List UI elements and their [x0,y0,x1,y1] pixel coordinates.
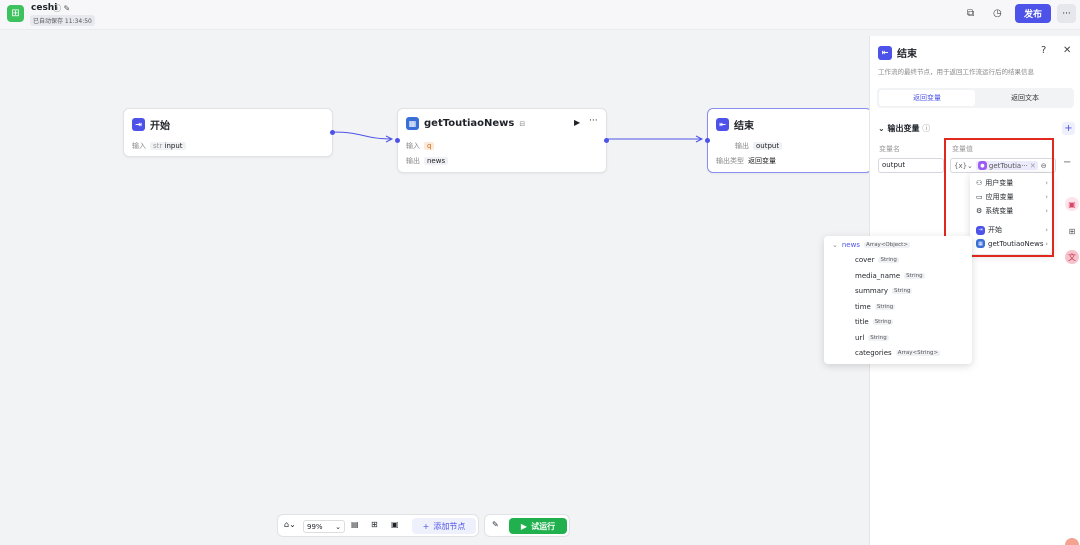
run-toolbar: ✎ ▶ 试运行 [484,514,570,537]
start-node-icon: ⇥ [132,118,145,131]
variable-name-input[interactable]: output [878,158,944,173]
workflow-logo-icon: ⊞ [7,5,24,22]
output-fields-menu: ⌄ news Array<Object> cover String media_na… [824,236,972,364]
plugin-node-title: getToutiaoNews [424,118,515,129]
debug-icon[interactable]: ✎ [492,520,499,529]
field-type: String [868,334,889,341]
panel-title: 结束 [897,49,917,60]
edit-icon[interactable]: ⓘ ✎ [53,3,70,14]
canvas-toolbar: ⌂⌄ 99% ⌄ ▤ ⊞ ▣ + 添加节点 [277,514,479,537]
return-tabs: 返回变量 返回文本 [877,88,1074,108]
start-output-port[interactable] [330,130,335,135]
chevron-down-icon: ⌄ [832,241,838,249]
plugin-input-label: 输入 [406,142,420,150]
field-type: String [872,319,894,325]
start-node-title: 开始 [150,121,170,132]
field-type: Array<String> [895,350,941,356]
field-name: cover [855,256,875,264]
run-node-icon[interactable]: ▶ [574,118,580,127]
start-node[interactable]: ⇥ 开始 输入 str input [123,108,335,157]
field-summary[interactable]: summary String [855,287,913,295]
plugin-output-tag: news [424,157,449,165]
panel-description: 工作流的最终节点，用于返回工作流运行后的结果信息 [878,68,1034,76]
end-node-title: 结束 [734,121,754,132]
start-input-tag: str input [150,142,186,150]
copy-icon[interactable]: ⧉ [967,8,974,19]
more-button[interactable]: ··· [1057,4,1076,23]
mouse-mode-icon[interactable]: ⌂⌄ [284,520,296,529]
field-type: String [874,303,896,310]
add-node-button[interactable]: + 添加节点 [412,518,476,534]
field-name: categories [855,349,892,357]
end-input-port[interactable] [705,138,710,143]
translate-icon[interactable]: 文 [1065,250,1079,264]
autosave-status: 已自动保存 11:34:50 [30,15,95,26]
comment-icon[interactable]: ▤ [351,520,359,529]
test-run-label: 试运行 [531,521,556,531]
doc-icon: ⊟ [519,119,526,128]
test-run-button[interactable]: ▶ 试运行 [509,518,567,534]
start-input-label: 输入 [132,142,146,150]
field-name: summary [855,287,889,295]
node-more-icon[interactable]: ··· [589,116,598,126]
info-icon: ⓘ [922,124,931,133]
minimap-icon[interactable]: ▣ [391,520,399,529]
field-categories[interactable]: categories Array<String> [855,349,941,357]
end-output-tag: output [753,142,783,150]
field-news-type: Array<Object> [864,242,910,248]
plugin-output-label: 输出 [406,157,420,165]
field-name: url [855,333,865,342]
avatar[interactable] [1065,538,1079,545]
top-bar: ⊞ ceshi ⓘ ✎ 已自动保存 11:34:50 ⧉ ◷ 发布 ··· [0,0,1080,30]
output-section-title[interactable]: ⌄ 输出变量 ⓘ [878,123,930,134]
field-type: String [878,257,899,263]
field-url[interactable]: url String [855,334,889,342]
end-node-icon: ⇤ [716,118,729,131]
field-type: String [904,272,925,279]
end-output-label: 输出 [735,142,749,150]
field-type: String [892,288,913,294]
add-variable-button[interactable]: + [1062,122,1075,135]
field-news[interactable]: ⌄ news Array<Object> [832,241,910,249]
zoom-value: 99% [307,522,323,531]
publish-button[interactable]: 发布 [1015,4,1051,23]
apps-icon[interactable]: ⊞ [1065,224,1079,238]
gift-icon[interactable]: ▣ [1065,197,1079,211]
zoom-select[interactable]: 99% ⌄ [303,520,345,533]
help-icon[interactable]: ? [1041,45,1046,56]
field-name: time [855,302,871,311]
end-panel-icon: ⇤ [878,45,892,60]
plus-icon: + [422,521,430,531]
output-section-label: 输出变量 [887,124,920,133]
field-name: media_name [855,271,901,280]
start-input-name: input [164,142,183,150]
col-name-label: 变量名 [879,145,900,153]
field-news-name: news [841,241,860,249]
start-input-type: str [153,142,163,150]
field-media-name[interactable]: media_name String [855,272,925,280]
tab-return-variable[interactable]: 返回变量 [879,90,975,106]
play-icon: ▶ [520,521,528,531]
remove-variable-button[interactable]: − [1063,157,1071,168]
end-output-type-value: 返回变量 [748,157,776,165]
close-icon[interactable]: ✕ [1063,45,1071,56]
plugin-node-icon: ▦ [406,117,419,130]
chevron-down-icon: ⌄ [335,522,341,531]
layout-icon[interactable]: ⊞ [371,520,378,529]
field-time[interactable]: time String [855,302,896,311]
tab-return-text[interactable]: 返回文本 [977,90,1073,106]
plugin-input-tag: q [424,142,435,150]
plugin-node[interactable]: ▦ getToutiaoNews ⊟ ▶ ··· 输入 q 输出 news [395,108,609,173]
field-title[interactable]: title String [855,318,894,326]
plugin-output-port[interactable] [604,138,609,143]
plugin-input-port[interactable] [395,138,400,143]
end-output-type-label: 输出类型 [716,157,744,165]
field-name: title [855,318,869,326]
workflow-canvas[interactable]: ⇥ 开始 输入 str input ▦ getToutiaoNews ⊟ ▶ ·… [0,31,872,545]
end-node[interactable]: ⇤ 结束 输出 output 输出类型 返回变量 [705,108,872,173]
history-icon[interactable]: ◷ [993,8,1002,19]
add-node-label: 添加节点 [433,521,466,531]
field-cover[interactable]: cover String [855,256,899,264]
